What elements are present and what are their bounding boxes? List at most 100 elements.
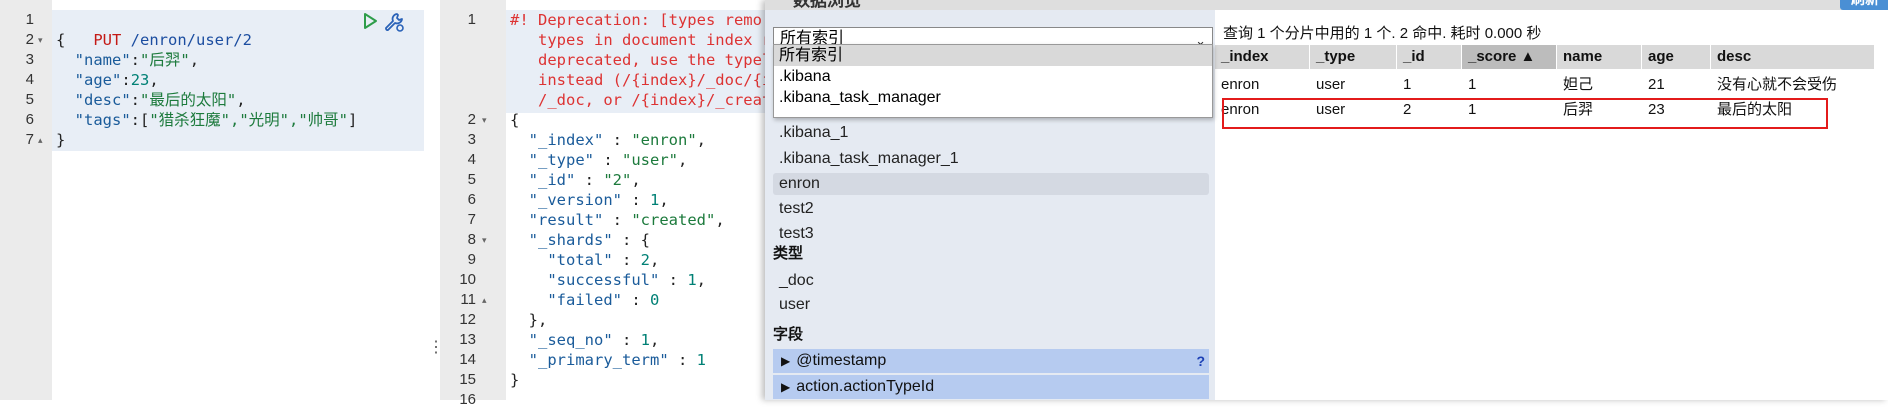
table-cell: 1 <box>1468 76 1477 93</box>
index-item-active[interactable]: enron <box>773 173 1209 195</box>
table-cell: enron <box>1221 76 1260 93</box>
response-line: { <box>510 111 520 129</box>
index-dropdown-list[interactable]: 所有索引 .kibana .kibana_task_manager <box>773 44 1213 118</box>
type-item[interactable]: user <box>773 294 1209 316</box>
fields-heading: 字段 <box>773 326 804 343</box>
deprecation-warning-line: deprecated, use the typel <box>510 51 772 69</box>
table-header: _index _type _id _score ▲ name age desc <box>1215 45 1875 69</box>
fold-toggle-icon[interactable]: ▴ <box>482 290 487 310</box>
response-line: }, <box>528 311 548 329</box>
help-icon[interactable]: ? <box>1196 349 1205 373</box>
body-line: "age":23, <box>74 71 159 89</box>
line-number: 6 <box>25 111 34 128</box>
table-cell: 妲己 <box>1563 76 1594 93</box>
response-line: "_primary_term" : 1 <box>528 351 706 369</box>
line-number: 14 <box>459 351 476 368</box>
deprecation-warning-line: instead (/{index}/_doc/{i <box>510 71 772 89</box>
field-item[interactable]: ▶ @timestamp ? <box>773 349 1209 373</box>
response-line: "total" : 2, <box>547 251 660 269</box>
fold-toggle-icon[interactable]: ▾ <box>482 110 487 130</box>
response-line: "_version" : 1, <box>528 191 669 209</box>
fold-toggle-icon[interactable]: ▴ <box>38 130 43 150</box>
index-item[interactable]: test2 <box>773 198 1209 220</box>
table-cell: 没有心就不会受伤 <box>1717 76 1838 93</box>
table-row[interactable]: enron user 1 1 妲己 21 没有心就不会受伤 <box>1215 73 1855 97</box>
line-number: 5 <box>467 171 476 188</box>
line-number: 16 <box>459 391 476 408</box>
line-number: 3 <box>25 51 34 68</box>
fold-toggle-icon[interactable]: ▾ <box>482 230 487 250</box>
response-line: } <box>510 371 520 389</box>
line-number: 9 <box>467 251 476 268</box>
response-line: "successful" : 1, <box>547 271 706 289</box>
line-number: 13 <box>459 331 476 348</box>
line-number: 11 <box>460 291 476 308</box>
response-line: "failed" : 0 <box>547 291 660 309</box>
request-method: PUT <box>93 31 122 49</box>
data-browser-window: 数据浏览 刷新 所有索引 ⌄ .kibana_1 .kibana_task_ma… <box>765 0 1888 400</box>
line-number: 2 <box>25 31 34 48</box>
results-panel: 查询 1 个分片中用的 1 个. 2 命中. 耗时 0.000 秒 _index… <box>1215 10 1888 400</box>
request-line[interactable]: PUT /enron/user/2 <box>56 10 252 49</box>
line-number: 7 <box>467 211 476 228</box>
query-summary: 查询 1 个分片中用的 1 个. 2 命中. 耗时 0.000 秒 <box>1223 25 1542 42</box>
table-cell: 21 <box>1648 76 1665 93</box>
line-number: 4 <box>25 71 34 88</box>
line-number: 7 <box>25 131 34 148</box>
dropdown-option[interactable]: .kibana_task_manager <box>774 87 1212 108</box>
line-number <box>446 30 476 50</box>
deprecation-warning-line: /_doc, or /{index}/_creat <box>510 91 772 109</box>
deprecation-warning-line: types in document index r <box>510 31 772 49</box>
response-line: "result" : "created", <box>528 211 725 229</box>
play-icon[interactable] <box>361 12 379 30</box>
fold-toggle-icon[interactable]: ▾ <box>38 30 43 50</box>
refresh-button[interactable]: 刷新 <box>1840 0 1888 10</box>
column-header-age[interactable]: age <box>1642 45 1711 69</box>
open-brace: { <box>56 31 66 49</box>
highlight-annotation <box>1222 98 1828 129</box>
triangle-right-icon: ▶ <box>781 354 791 368</box>
line-number: 3 <box>467 131 476 148</box>
line-number <box>446 70 476 90</box>
deprecation-warning-line: #! Deprecation: [types remo <box>510 11 762 29</box>
response-line: "_shards" : { <box>528 231 651 249</box>
dropdown-option[interactable]: 所有索引 <box>774 45 1212 66</box>
types-heading: 类型 <box>773 245 804 262</box>
line-number <box>446 50 476 70</box>
response-line: "_id" : "2", <box>528 171 641 189</box>
table-cell: 1 <box>1403 76 1412 93</box>
line-number: 8 <box>467 231 476 248</box>
line-number: 15 <box>459 371 476 388</box>
line-number: 12 <box>459 311 476 328</box>
wrench-icon[interactable] <box>383 11 405 33</box>
body-line: "desc":"最后的太阳", <box>74 91 246 109</box>
response-line: "_type" : "user", <box>528 151 688 169</box>
line-number: 2 <box>467 111 476 128</box>
column-header-id[interactable]: _id <box>1397 45 1462 69</box>
column-header-score[interactable]: _score ▲ <box>1462 45 1557 69</box>
line-number: 4 <box>467 151 476 168</box>
response-line: "_index" : "enron", <box>528 131 706 149</box>
window-titlebar: 数据浏览 刷新 <box>765 0 1888 10</box>
column-header-type[interactable]: _type <box>1310 45 1397 69</box>
line-number: 6 <box>467 191 476 208</box>
line-number: 1 <box>25 11 34 28</box>
response-line: "_seq_no" : 1, <box>528 331 660 349</box>
index-item[interactable]: test3 <box>773 223 1209 245</box>
line-number: 1 <box>467 11 476 28</box>
dropdown-option[interactable]: .kibana <box>774 66 1212 87</box>
column-header-index[interactable]: _index <box>1215 45 1310 69</box>
type-item[interactable]: _doc <box>773 270 1209 292</box>
close-brace: } <box>56 131 66 149</box>
request-editor[interactable]: 1 2 3 4 5 6 7 ▾ ▴ PUT /enron/user/2 { "n… <box>0 0 444 400</box>
body-line: "tags":["猎杀狂魔","光明","帅哥"] <box>74 111 358 129</box>
field-item[interactable]: ▶ action.actionTypeId <box>773 375 1209 399</box>
response-panel: 1 2 3 4 5 6 7 8 9 10 11 12 13 14 15 16 ▾ ▾ ▴ #! Deprecation… <box>440 0 772 408</box>
column-header-desc[interactable]: desc <box>1711 45 1875 69</box>
body-line: "name":"后羿", <box>74 51 200 69</box>
index-item[interactable]: .kibana_task_manager_1 <box>773 148 1209 170</box>
index-item[interactable]: .kibana_1 <box>773 122 1209 144</box>
table-cell: user <box>1316 76 1346 93</box>
column-header-name[interactable]: name <box>1557 45 1642 69</box>
line-number: 5 <box>25 91 34 108</box>
